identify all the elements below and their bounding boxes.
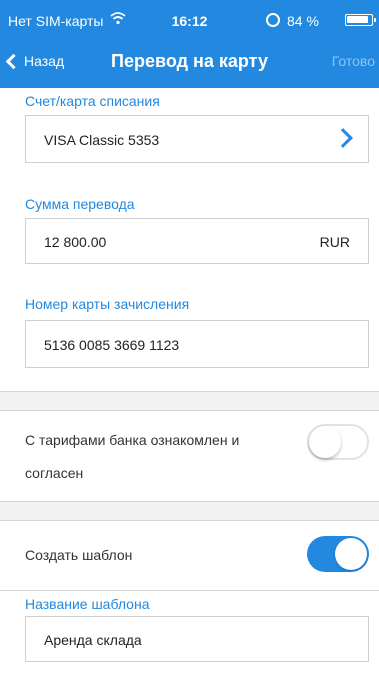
template-name-input[interactable]: Аренда склада [25,616,369,662]
toggle-knob [309,426,341,458]
divider [0,410,379,411]
target-card-value: 5136 0085 3669 1123 [44,337,180,353]
battery-icon [345,14,376,26]
source-account-value: VISA Classic 5353 [44,132,160,148]
toggle-knob [335,538,367,570]
section-gap [0,502,379,520]
section-gap [0,392,379,410]
source-account-label: Счет/карта списания [25,93,160,109]
target-card-label: Номер карты зачисления [25,296,190,312]
amount-input[interactable]: 12 800.00 RUR [25,218,369,264]
create-template-text: Создать шаблон [25,547,133,563]
status-bar: Нет SIM-карты 16:12 84 % [0,0,379,40]
done-button[interactable]: Готово [332,53,375,69]
navigation-bar: Назад Перевод на карту Готово [0,40,379,84]
battery-percentage: 84 % [287,13,319,29]
top-bar: Нет SIM-карты 16:12 84 % Назад Перевод н… [0,0,379,88]
chevron-right-icon [333,128,353,148]
create-template-toggle[interactable] [307,536,369,572]
orientation-lock-icon [266,13,280,27]
clock: 16:12 [171,13,208,29]
currency-label: RUR [319,234,350,250]
template-name-value: Аренда склада [44,632,142,648]
tariffs-agree-line1: С тарифами банка ознакомлен и [25,432,240,448]
divider [0,590,379,591]
amount-value: 12 800.00 [44,234,107,250]
target-card-input[interactable]: 5136 0085 3669 1123 [25,320,369,368]
divider [0,520,379,521]
amount-label: Сумма перевода [25,196,135,212]
template-name-label: Название шаблона [25,596,150,612]
page-title: Перевод на карту [111,51,268,71]
tariffs-agree-toggle[interactable] [307,424,369,460]
source-account-select[interactable]: VISA Classic 5353 [25,115,369,163]
tariffs-agree-line2: согласен [25,465,84,481]
tariffs-agree-text: С тарифами банка ознакомлен и согласен [25,428,239,485]
